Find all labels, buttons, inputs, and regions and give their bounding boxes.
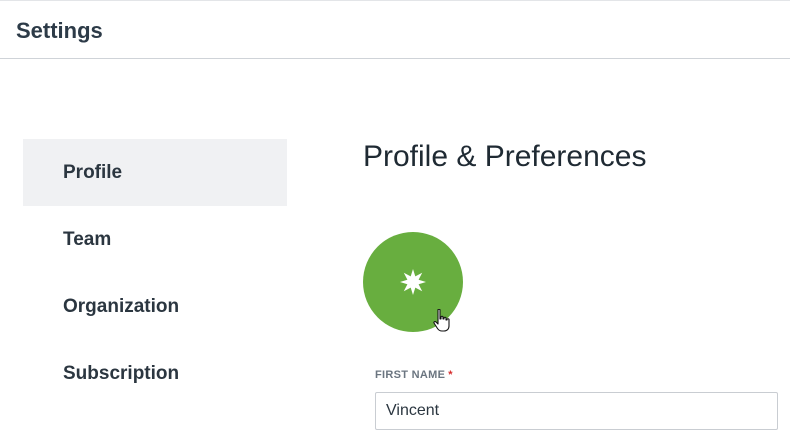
first-name-label: FIRST NAME * xyxy=(375,369,453,381)
hand-cursor-icon xyxy=(433,309,450,332)
sidebar-item-organization[interactable]: Organization xyxy=(23,273,287,340)
settings-sidebar: Profile Team Organization Subscription xyxy=(23,139,287,407)
first-name-input[interactable] xyxy=(375,392,778,430)
section-title: Profile & Preferences xyxy=(363,140,647,173)
page-title: Settings xyxy=(16,18,103,43)
page-header: Settings xyxy=(0,3,790,59)
required-mark: * xyxy=(448,369,453,381)
starburst-icon xyxy=(400,269,426,295)
first-name-label-text: FIRST NAME xyxy=(375,369,446,381)
sidebar-item-profile[interactable]: Profile xyxy=(23,139,287,206)
sidebar-item-team[interactable]: Team xyxy=(23,206,287,273)
sidebar-item-subscription[interactable]: Subscription xyxy=(23,340,287,407)
